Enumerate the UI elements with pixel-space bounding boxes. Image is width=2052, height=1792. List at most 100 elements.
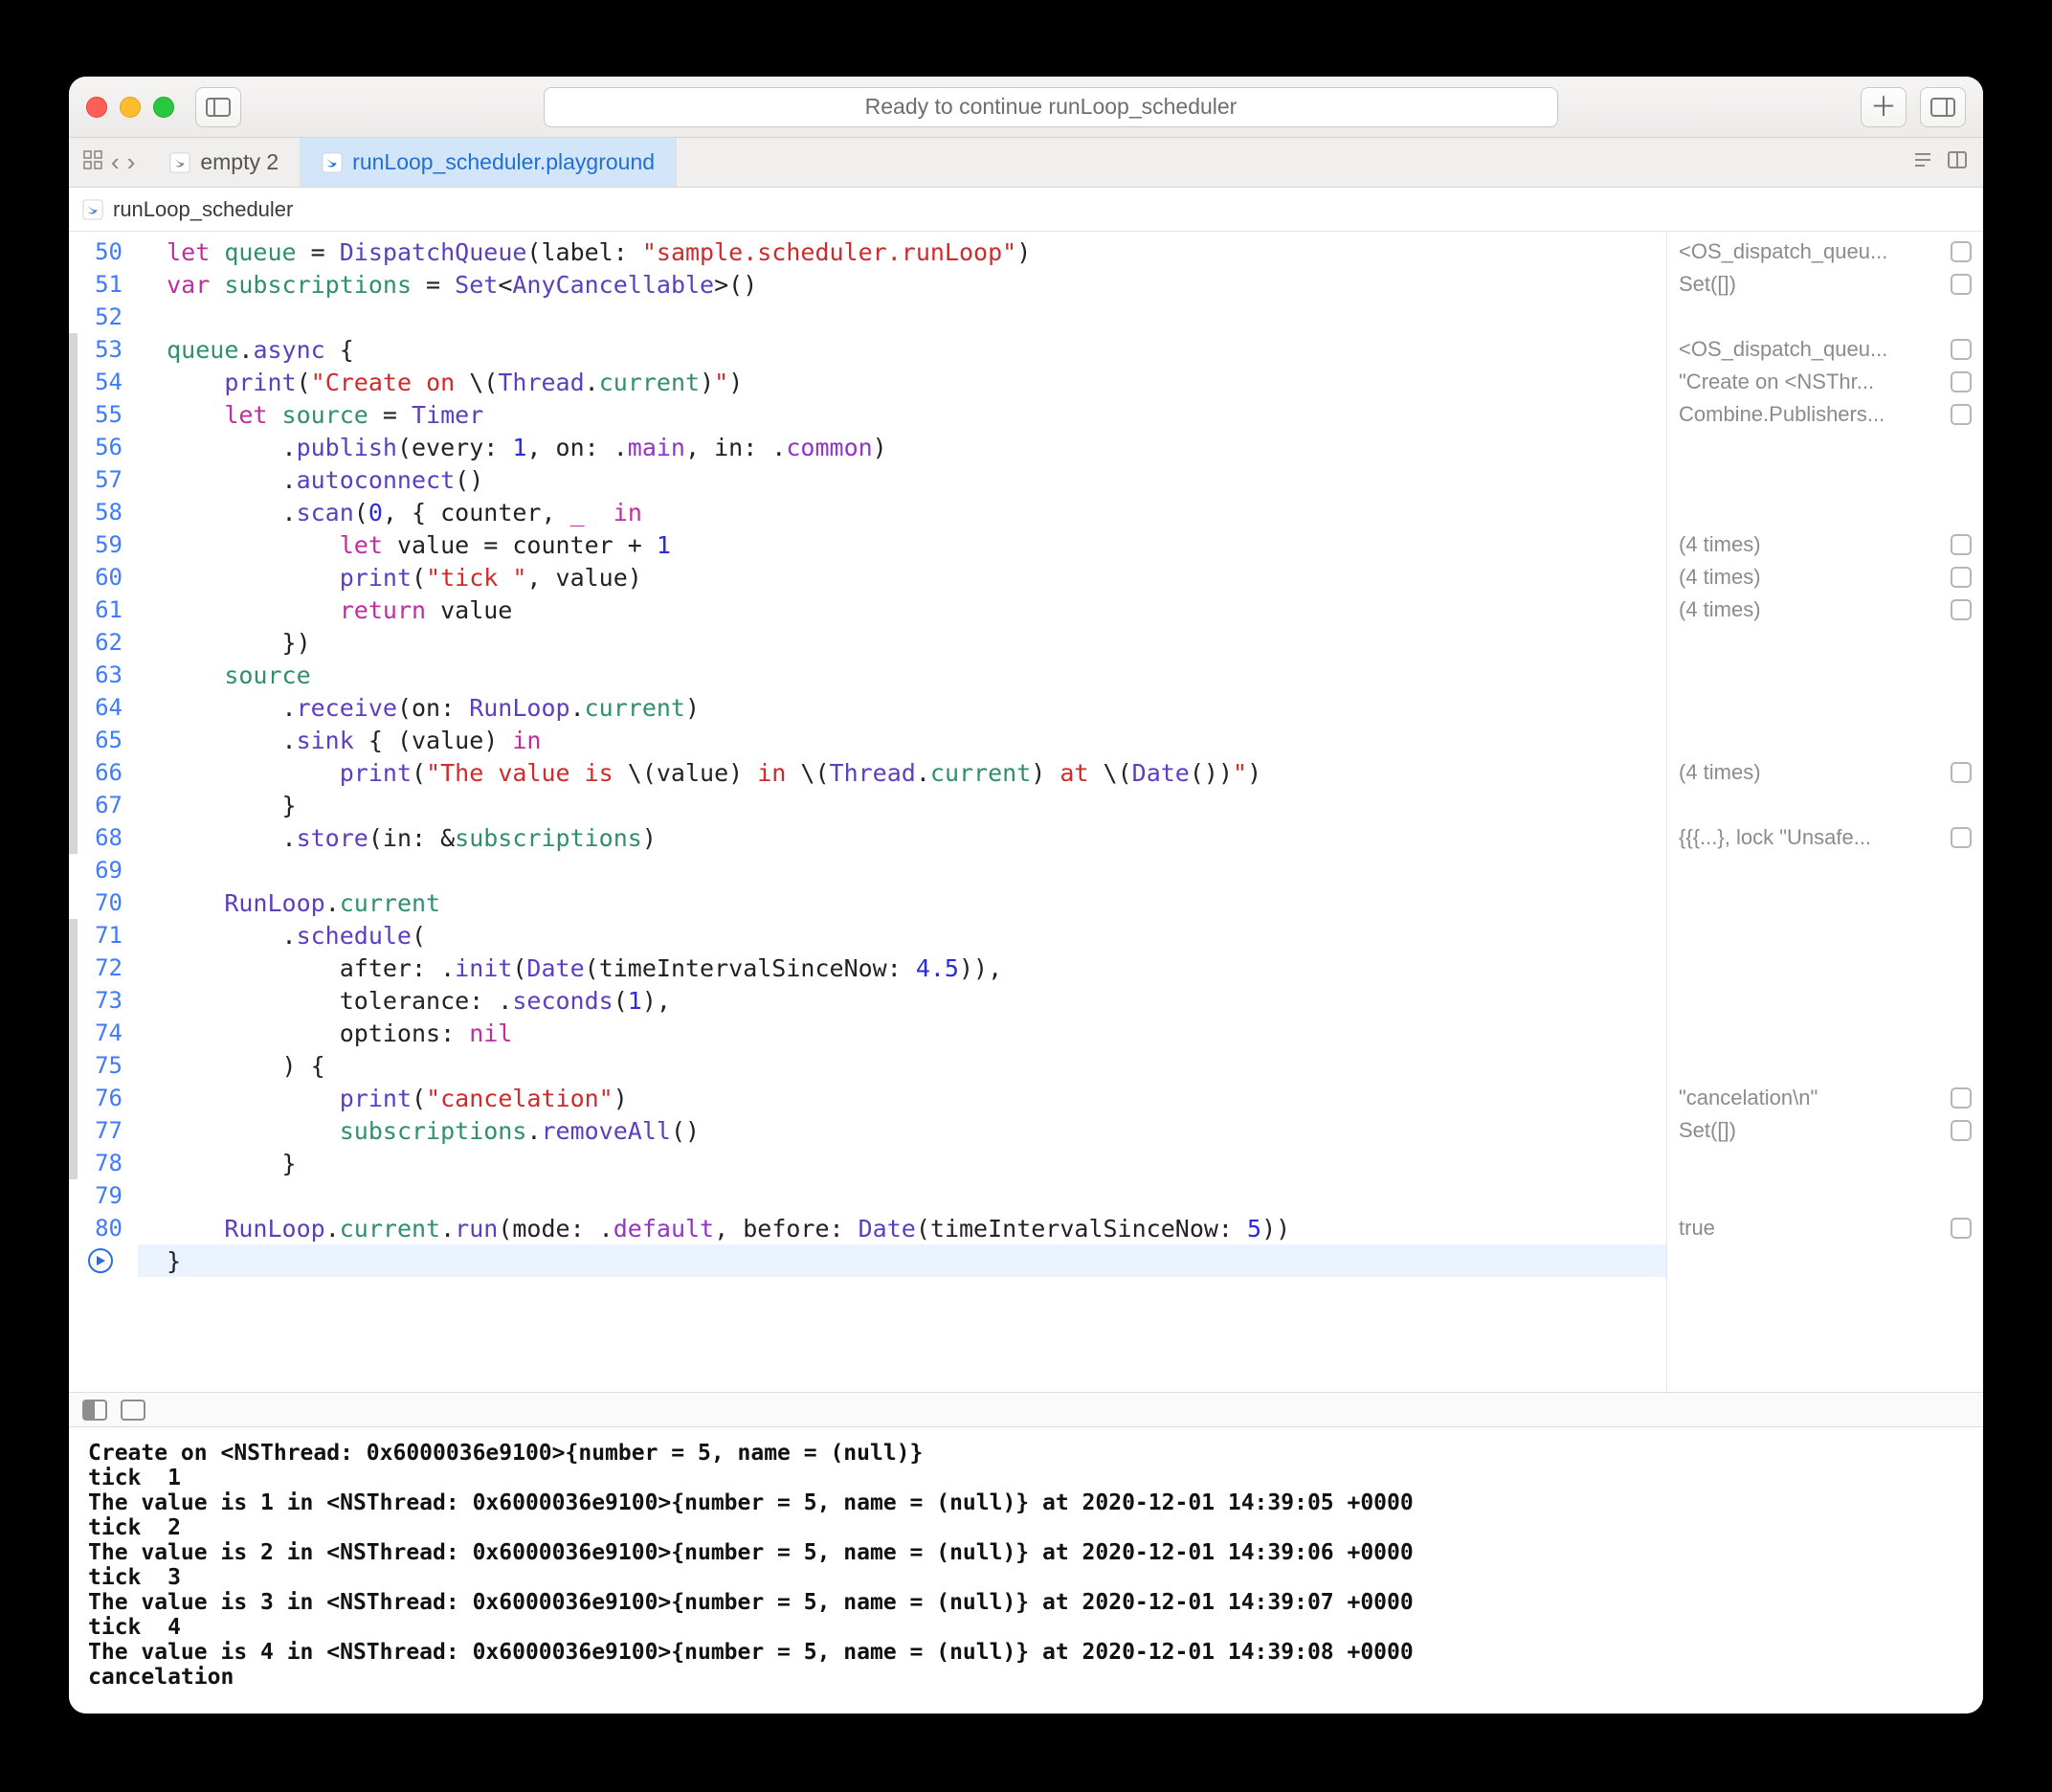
line-number[interactable]: 78 bbox=[69, 1147, 138, 1179]
result-row[interactable]: (4 times) bbox=[1667, 756, 1983, 789]
line-number[interactable]: 69 bbox=[69, 854, 138, 886]
line-number[interactable]: 58 bbox=[69, 496, 138, 528]
result-row[interactable] bbox=[1667, 431, 1983, 463]
result-row[interactable]: Set([]) bbox=[1667, 1114, 1983, 1147]
code-line[interactable]: tolerance: .seconds(1), bbox=[138, 984, 1666, 1017]
code-line[interactable] bbox=[138, 301, 1666, 333]
line-number[interactable]: 71 bbox=[69, 919, 138, 952]
code-line[interactable] bbox=[138, 854, 1666, 886]
quicklook-icon[interactable] bbox=[1951, 567, 1972, 588]
result-row[interactable]: (4 times) bbox=[1667, 561, 1983, 594]
code-line[interactable]: .store(in: &subscriptions) bbox=[138, 821, 1666, 854]
quicklook-icon[interactable] bbox=[1951, 534, 1972, 555]
code-line[interactable] bbox=[138, 1179, 1666, 1212]
code-line[interactable]: .scan(0, { counter, _ in bbox=[138, 496, 1666, 528]
navigator-toggle-button[interactable] bbox=[195, 87, 241, 127]
result-row[interactable] bbox=[1667, 1017, 1983, 1049]
quicklook-icon[interactable] bbox=[1951, 599, 1972, 620]
result-row[interactable]: Combine.Publishers... bbox=[1667, 398, 1983, 431]
result-row[interactable] bbox=[1667, 626, 1983, 659]
line-number[interactable]: 67 bbox=[69, 789, 138, 821]
quicklook-icon[interactable] bbox=[1951, 404, 1972, 425]
result-row[interactable]: "Create on <NSThr... bbox=[1667, 366, 1983, 398]
line-number[interactable]: 63 bbox=[69, 659, 138, 691]
result-row[interactable]: (4 times) bbox=[1667, 528, 1983, 561]
quicklook-icon[interactable] bbox=[1951, 274, 1972, 295]
code-line[interactable]: let value = counter + 1 bbox=[138, 528, 1666, 561]
code-line[interactable]: return value bbox=[138, 594, 1666, 626]
result-row[interactable]: "cancelation\n" bbox=[1667, 1082, 1983, 1114]
line-number[interactable]: 75 bbox=[69, 1049, 138, 1082]
code-line[interactable]: print("cancelation") bbox=[138, 1082, 1666, 1114]
minimap-icon[interactable] bbox=[1912, 149, 1933, 175]
code-line[interactable]: .autoconnect() bbox=[138, 463, 1666, 496]
line-number[interactable]: 61 bbox=[69, 594, 138, 626]
code-line[interactable]: } bbox=[138, 1244, 1666, 1277]
line-number[interactable]: 60 bbox=[69, 561, 138, 594]
result-row[interactable] bbox=[1667, 691, 1983, 724]
line-number[interactable]: 76 bbox=[69, 1082, 138, 1114]
run-button[interactable] bbox=[88, 1248, 113, 1273]
line-number[interactable]: 66 bbox=[69, 756, 138, 789]
library-toggle-button[interactable] bbox=[1920, 87, 1966, 127]
quicklook-icon[interactable] bbox=[1951, 371, 1972, 392]
add-button[interactable]: ＋ bbox=[1861, 87, 1907, 127]
code-line[interactable]: subscriptions.removeAll() bbox=[138, 1114, 1666, 1147]
result-row[interactable] bbox=[1667, 886, 1983, 919]
line-number[interactable] bbox=[69, 1244, 138, 1277]
code-editor[interactable]: let queue = DispatchQueue(label: "sample… bbox=[138, 232, 1666, 1392]
source-editor[interactable]: 5051525354555657585960616263646566676869… bbox=[69, 232, 1667, 1392]
line-number[interactable]: 52 bbox=[69, 301, 138, 333]
back-icon[interactable]: ‹ bbox=[111, 147, 120, 177]
result-row[interactable] bbox=[1667, 854, 1983, 886]
code-line[interactable]: print("The value is \(value) in \(Thread… bbox=[138, 756, 1666, 789]
result-row[interactable] bbox=[1667, 724, 1983, 756]
code-line[interactable]: options: nil bbox=[138, 1017, 1666, 1049]
result-row[interactable] bbox=[1667, 952, 1983, 984]
line-number[interactable]: 74 bbox=[69, 1017, 138, 1049]
variables-view-button[interactable] bbox=[82, 1400, 107, 1421]
result-row[interactable] bbox=[1667, 1147, 1983, 1179]
result-row[interactable]: {{{...}, lock "Unsafe... bbox=[1667, 821, 1983, 854]
result-row[interactable] bbox=[1667, 496, 1983, 528]
code-line[interactable]: print("Create on \(Thread.current)") bbox=[138, 366, 1666, 398]
related-items-icon[interactable] bbox=[82, 149, 103, 175]
result-row[interactable] bbox=[1667, 659, 1983, 691]
line-number[interactable]: 80 bbox=[69, 1212, 138, 1244]
tab-1[interactable]: runLoop_scheduler.playground bbox=[301, 138, 677, 187]
result-row[interactable]: true bbox=[1667, 1212, 1983, 1244]
result-row[interactable] bbox=[1667, 463, 1983, 496]
forward-icon[interactable]: › bbox=[127, 147, 136, 177]
result-row[interactable] bbox=[1667, 301, 1983, 333]
code-line[interactable]: let queue = DispatchQueue(label: "sample… bbox=[138, 235, 1666, 268]
breadcrumb[interactable]: runLoop_scheduler bbox=[69, 188, 1983, 232]
line-number[interactable]: 62 bbox=[69, 626, 138, 659]
minimize-icon[interactable] bbox=[120, 97, 141, 118]
result-row[interactable] bbox=[1667, 984, 1983, 1017]
result-row[interactable]: <OS_dispatch_queu... bbox=[1667, 333, 1983, 366]
line-number[interactable]: 57 bbox=[69, 463, 138, 496]
line-number[interactable]: 51 bbox=[69, 268, 138, 301]
line-number[interactable]: 70 bbox=[69, 886, 138, 919]
code-line[interactable]: .schedule( bbox=[138, 919, 1666, 952]
result-row[interactable] bbox=[1667, 1049, 1983, 1082]
code-line[interactable]: print("tick ", value) bbox=[138, 561, 1666, 594]
code-line[interactable]: let source = Timer bbox=[138, 398, 1666, 431]
line-number[interactable]: 79 bbox=[69, 1179, 138, 1212]
line-number[interactable]: 72 bbox=[69, 952, 138, 984]
line-number[interactable]: 64 bbox=[69, 691, 138, 724]
console-view-button[interactable] bbox=[121, 1400, 145, 1421]
code-line[interactable]: queue.async { bbox=[138, 333, 1666, 366]
code-line[interactable]: RunLoop.current.run(mode: .default, befo… bbox=[138, 1212, 1666, 1244]
activity-viewer[interactable]: Ready to continue runLoop_scheduler bbox=[544, 87, 1558, 127]
console-output[interactable]: Create on <NSThread: 0x6000036e9100>{num… bbox=[69, 1426, 1983, 1714]
quicklook-icon[interactable] bbox=[1951, 339, 1972, 360]
code-line[interactable]: } bbox=[138, 1147, 1666, 1179]
code-line[interactable]: .publish(every: 1, on: .main, in: .commo… bbox=[138, 431, 1666, 463]
code-line[interactable]: source bbox=[138, 659, 1666, 691]
quicklook-icon[interactable] bbox=[1951, 1087, 1972, 1109]
result-row[interactable]: Set([]) bbox=[1667, 268, 1983, 301]
line-number[interactable]: 54 bbox=[69, 366, 138, 398]
line-number[interactable]: 56 bbox=[69, 431, 138, 463]
result-row[interactable] bbox=[1667, 1244, 1983, 1277]
